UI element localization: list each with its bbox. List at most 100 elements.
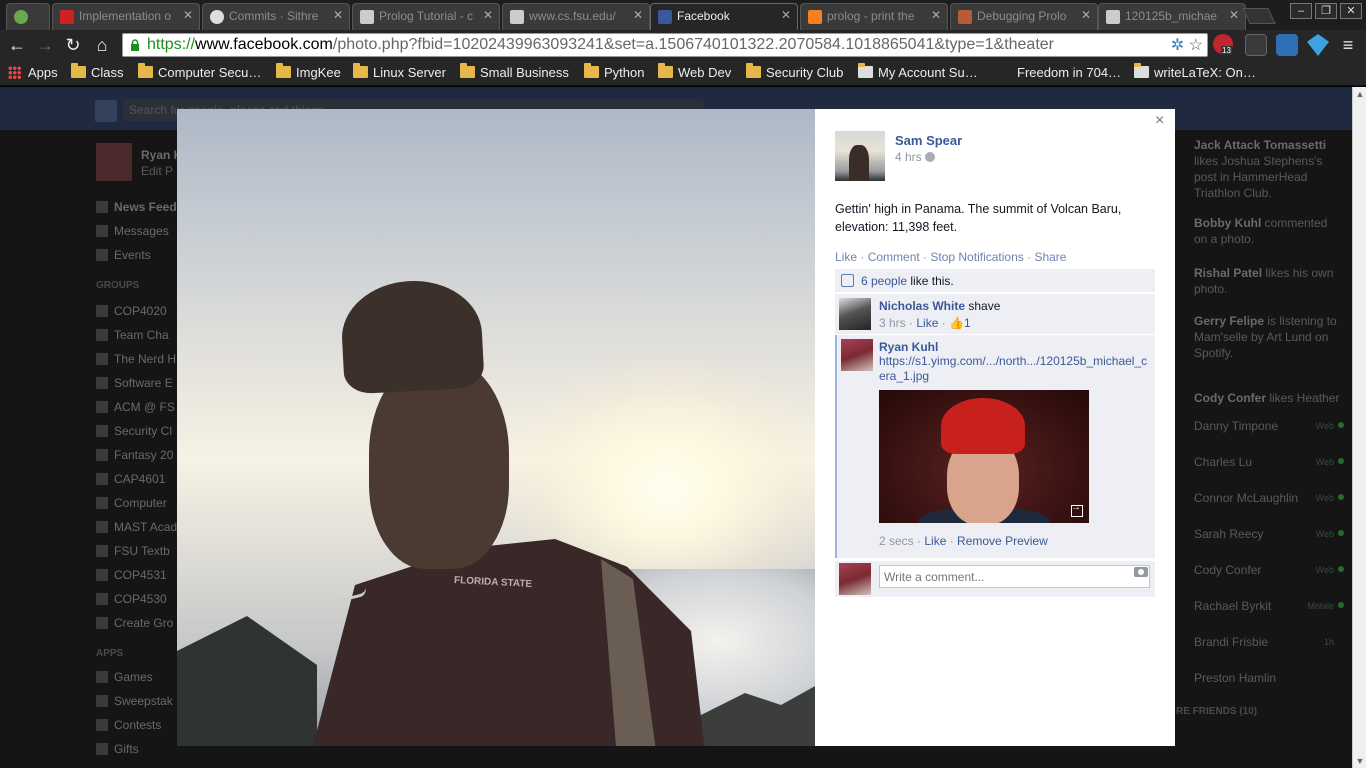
bookmark-freedom[interactable]: Freedom in 704… xyxy=(997,65,1121,80)
bookmark-security-club[interactable]: Security Club xyxy=(746,63,843,80)
diamond-extension-icon[interactable] xyxy=(1307,34,1329,56)
address-bar[interactable]: https://www.facebook.com/photo.php?fbid=… xyxy=(122,33,1208,57)
photo-sam-spear-volcan-baru[interactable]: FLORIDA STATE xyxy=(177,109,815,746)
sidebar-item-messages[interactable]: Messages xyxy=(96,224,169,238)
ticker-item[interactable]: Bobby Kuhl commented on a photo. xyxy=(1194,215,1344,247)
comment-like-count[interactable]: 👍1 xyxy=(949,316,971,330)
bookmark-computer-security[interactable]: Computer Secu… xyxy=(138,63,261,80)
bookmark-web-dev[interactable]: Web Dev xyxy=(658,63,731,80)
sidebar-item-group[interactable]: Team Cha xyxy=(96,328,169,342)
ticker-item[interactable]: Cody Confer likes Heather xyxy=(1194,390,1344,406)
bookmark-imgkee[interactable]: ImgKee xyxy=(276,63,341,80)
chat-contact[interactable]: Cody Confer Web xyxy=(1194,563,1344,577)
extension-badge-icon[interactable]: 13 xyxy=(1213,34,1233,55)
comment-like-link[interactable]: Like xyxy=(916,316,938,330)
tab-prolog-tutorial[interactable]: Prolog Tutorial - c ✕ xyxy=(352,3,500,30)
sidebar-item-app[interactable]: Games xyxy=(96,670,153,684)
tab-implementation[interactable]: Implementation o ✕ xyxy=(52,3,200,30)
window-close-button[interactable]: ✕ xyxy=(1340,3,1362,19)
sidebar-item-app[interactable]: Sweepstak xyxy=(96,694,173,708)
tab-spotify[interactable] xyxy=(6,3,50,30)
cast-icon[interactable] xyxy=(1245,34,1267,56)
commenter-avatar[interactable] xyxy=(841,339,873,371)
ticker-item[interactable]: Gerry Felipe is listening to Mam'selle b… xyxy=(1194,313,1344,361)
sidebar-item-group[interactable]: FSU Textb xyxy=(96,544,170,558)
bookmark-linux-server[interactable]: Linux Server xyxy=(353,63,446,80)
tab-commits[interactable]: Commits · Sithre ✕ xyxy=(202,3,350,30)
poster-avatar[interactable] xyxy=(835,131,885,181)
chat-contact[interactable]: Brandi Frisbie 1h xyxy=(1194,635,1344,649)
back-arrow-icon[interactable]: ← xyxy=(5,33,29,57)
commenter-name[interactable]: Ryan Kuhl xyxy=(879,340,1151,354)
maximize-button[interactable]: ❐ xyxy=(1315,3,1337,19)
bookmark-my-account[interactable]: My Account Su… xyxy=(858,63,978,80)
comment-link-url[interactable]: https://s1.yimg.com/.../north.../120125b… xyxy=(879,354,1151,384)
scroll-up-arrow-icon[interactable]: ▲ xyxy=(1355,89,1365,99)
tab-close-icon[interactable]: ✕ xyxy=(183,8,193,22)
tab-close-icon[interactable]: ✕ xyxy=(1081,8,1091,22)
chat-contact[interactable]: Preston Hamlin xyxy=(1194,671,1344,685)
tab-close-icon[interactable]: ✕ xyxy=(633,8,643,22)
sidebar-item-group[interactable]: COP4531 xyxy=(96,568,167,582)
expand-icon[interactable] xyxy=(1071,502,1083,517)
sidebar-item-events[interactable]: Events xyxy=(96,248,151,262)
bookmark-python[interactable]: Python xyxy=(584,63,644,80)
minimize-button[interactable]: – xyxy=(1290,3,1312,19)
comment-timestamp[interactable]: 3 hrs xyxy=(879,316,906,330)
bookmark-star-icon[interactable]: ☆ xyxy=(1189,37,1203,54)
comment-timestamp[interactable]: 2 secs xyxy=(879,534,914,548)
sidebar-item-group[interactable]: The Nerd H xyxy=(96,352,176,366)
profile-avatar[interactable] xyxy=(96,143,132,181)
tab-michael-cera[interactable]: 120125b_michae ✕ xyxy=(1098,3,1246,30)
tab-close-icon[interactable]: ✕ xyxy=(781,8,791,22)
tab-close-icon[interactable]: ✕ xyxy=(483,8,493,22)
ticker-item[interactable]: Jack Attack Tomassetti likes Joshua Step… xyxy=(1194,137,1344,201)
bookmark-class[interactable]: Class xyxy=(71,63,124,80)
sidebar-item-group[interactable]: Software E xyxy=(96,376,173,390)
bookmark-apps[interactable]: Apps xyxy=(8,65,58,80)
tab-close-icon[interactable]: ✕ xyxy=(333,8,343,22)
page-scrollbar[interactable]: ▲ ▼ xyxy=(1352,87,1366,768)
sidebar-item-app[interactable]: Contests xyxy=(96,718,161,732)
commenter-avatar[interactable] xyxy=(839,298,871,330)
chat-contact[interactable]: Danny Timpone Web xyxy=(1194,419,1344,433)
sidebar-item-group[interactable]: ACM @ FS xyxy=(96,400,175,414)
screen-capture-icon[interactable] xyxy=(1276,34,1298,56)
commenter-name[interactable]: Nicholas White xyxy=(879,299,965,313)
tab-close-icon[interactable]: ✕ xyxy=(931,8,941,22)
sidebar-item-group[interactable]: COP4530 xyxy=(96,592,167,606)
menu-hamburger-icon[interactable]: ≡ xyxy=(1336,33,1360,57)
scroll-down-arrow-icon[interactable]: ▼ xyxy=(1355,756,1365,766)
comment-link[interactable]: Comment xyxy=(868,250,920,264)
sidebar-item-group[interactable]: Computer xyxy=(96,496,167,510)
chat-contact[interactable]: Sarah Reecy Web xyxy=(1194,527,1344,541)
share-link[interactable]: Share xyxy=(1034,250,1066,264)
home-icon[interactable]: ⌂ xyxy=(90,33,114,57)
extension-puzzle-icon[interactable]: ✲ xyxy=(1171,37,1184,54)
like-link[interactable]: Like xyxy=(835,250,857,264)
sidebar-item-group[interactable]: Fantasy 20 xyxy=(96,448,173,462)
tab-debugging-prolog[interactable]: Debugging Prolo ✕ xyxy=(950,3,1098,30)
sidebar-item-group[interactable]: Create Gro xyxy=(96,616,173,630)
profile-edit-link[interactable]: Edit P xyxy=(141,164,173,178)
reload-icon[interactable]: ↻ xyxy=(61,33,85,57)
sidebar-item-group[interactable]: MAST Acad xyxy=(96,520,177,534)
ticker-item[interactable]: Rishal Patel likes his own photo. xyxy=(1194,265,1344,297)
sidebar-item-news-feed[interactable]: News Feed xyxy=(96,200,177,214)
poster-name[interactable]: Sam Spear xyxy=(895,133,962,148)
stop-notifications-link[interactable]: Stop Notifications xyxy=(930,250,1023,264)
new-tab-button[interactable] xyxy=(1242,8,1276,24)
post-timestamp[interactable]: 4 hrs xyxy=(895,150,935,164)
remove-preview-link[interactable]: Remove Preview xyxy=(957,534,1048,548)
bookmark-small-business[interactable]: Small Business xyxy=(460,63,569,80)
tab-cs-fsu[interactable]: www.cs.fsu.edu/ ✕ xyxy=(502,3,650,30)
tab-prolog-print[interactable]: prolog - print the ✕ xyxy=(800,3,948,30)
bookmark-writelatex[interactable]: writeLaTeX: On… xyxy=(1134,63,1256,80)
chat-contact[interactable]: Rachael Byrkit Mobile xyxy=(1194,599,1344,613)
sidebar-item-group[interactable]: CAP4601 xyxy=(96,472,165,486)
forward-arrow-icon[interactable]: → xyxy=(33,33,57,57)
camera-icon[interactable] xyxy=(1134,567,1148,577)
facebook-logo-icon[interactable] xyxy=(95,100,117,122)
sidebar-item-group[interactable]: Security Cl xyxy=(96,424,172,438)
sidebar-item-app[interactable]: Gifts xyxy=(96,742,139,756)
